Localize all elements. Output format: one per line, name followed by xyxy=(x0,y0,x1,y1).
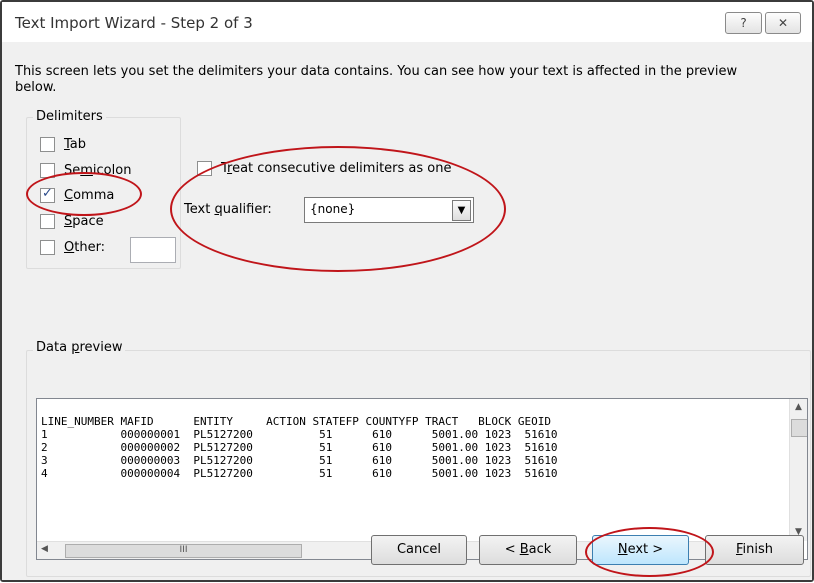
finish-label: Finish xyxy=(735,542,774,557)
scroll-up-icon[interactable]: ▲ xyxy=(790,402,807,412)
grip-icon: III xyxy=(179,545,188,555)
title-bar: Text Import Wizard - Step 2 of 3 ? ✕ xyxy=(2,2,812,42)
help-icon: ? xyxy=(740,16,747,30)
dialog-window: Text Import Wizard - Step 2 of 3 ? ✕ Thi… xyxy=(0,0,814,582)
vertical-scrollbar[interactable]: ▲ ▼ xyxy=(789,399,807,541)
other-label: Other: xyxy=(64,240,106,255)
semicolon-checkbox-row[interactable]: Semicolon xyxy=(40,163,131,178)
vertical-scroll-thumb[interactable] xyxy=(791,419,807,437)
text-qualifier-select[interactable]: {none} ▼ xyxy=(304,197,474,223)
comma-checkbox[interactable] xyxy=(40,186,55,203)
cancel-label: Cancel xyxy=(396,542,442,557)
consecutive-delimiters-row[interactable]: Treat consecutive delimiters as one xyxy=(197,161,451,176)
other-delimiter-input[interactable] xyxy=(130,237,176,263)
horizontal-scroll-thumb[interactable]: III xyxy=(65,544,302,558)
scroll-left-icon[interactable]: ◀ xyxy=(41,544,48,554)
other-checkbox-row[interactable]: Other: xyxy=(40,240,105,255)
next-button[interactable]: Next > xyxy=(592,535,689,565)
comma-checkbox-row[interactable]: Comma xyxy=(40,186,115,203)
other-checkbox[interactable] xyxy=(40,240,55,255)
tab-label: Tab xyxy=(64,137,87,152)
back-label: < Back xyxy=(504,542,552,557)
consecutive-delimiters-checkbox[interactable] xyxy=(197,161,212,176)
preview-row: LINE_NUMBER MAFID ENTITY ACTION STATEFP … xyxy=(41,415,551,428)
data-preview-label: Data preview xyxy=(33,340,126,355)
semicolon-label: Semicolon xyxy=(64,163,132,178)
tab-checkbox-row[interactable]: Tab xyxy=(40,137,86,152)
delimiters-label: Delimiters xyxy=(33,109,106,124)
space-checkbox-row[interactable]: Space xyxy=(40,214,104,229)
help-button[interactable]: ? xyxy=(725,12,762,34)
preview-row: 1 000000001 PL5127200 51 610 5001.00 102… xyxy=(41,428,558,441)
window-title: Text Import Wizard - Step 2 of 3 xyxy=(15,14,253,32)
space-checkbox[interactable] xyxy=(40,214,55,229)
text-qualifier-label: Text qualifier: xyxy=(184,202,272,217)
dropdown-arrow-icon[interactable]: ▼ xyxy=(452,200,471,221)
preview-table: LINE_NUMBER MAFID ENTITY ACTION STATEFP … xyxy=(41,402,558,506)
tab-checkbox[interactable] xyxy=(40,137,55,152)
next-label: Next > xyxy=(617,542,664,557)
preview-row: 2 000000002 PL5127200 51 610 5001.00 102… xyxy=(41,441,558,454)
finish-button[interactable]: Finish xyxy=(705,535,804,565)
close-button[interactable]: ✕ xyxy=(765,12,801,34)
back-button[interactable]: < Back xyxy=(479,535,577,565)
close-icon: ✕ xyxy=(777,16,789,30)
consecutive-delimiters-label: Treat consecutive delimiters as one xyxy=(221,161,452,176)
comma-label: Comma xyxy=(64,188,115,203)
space-label: Space xyxy=(64,214,104,229)
preview-row: 3 000000003 PL5127200 51 610 5001.00 102… xyxy=(41,454,558,467)
preview-row: 4 000000004 PL5127200 51 610 5001.00 102… xyxy=(41,467,558,480)
dialog-body: This screen lets you set the delimiters … xyxy=(2,42,812,580)
text-qualifier-value: {none} xyxy=(310,202,356,216)
instruction-text: This screen lets you set the delimiters … xyxy=(15,64,738,95)
cancel-button[interactable]: Cancel xyxy=(371,535,467,565)
semicolon-checkbox[interactable] xyxy=(40,163,55,178)
